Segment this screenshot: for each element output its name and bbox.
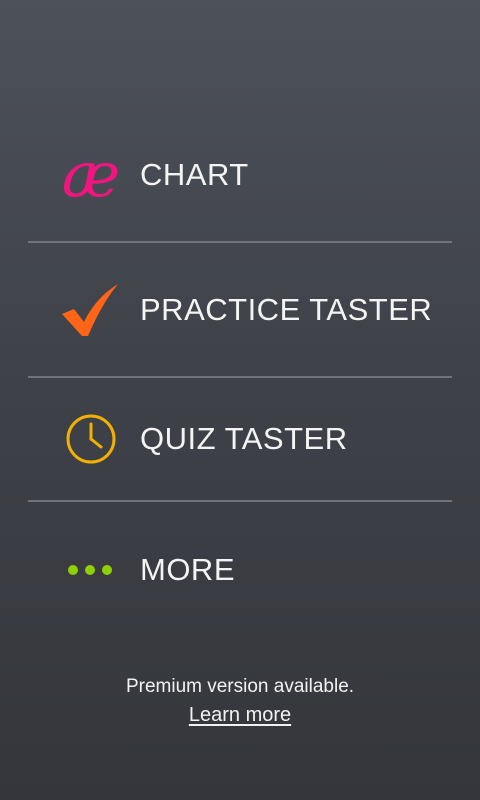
menu-item-label: MORE bbox=[140, 552, 235, 587]
clock-icon bbox=[56, 407, 126, 471]
menu-item-label: CHART bbox=[140, 156, 249, 192]
ae-ligature-glyph: æ bbox=[61, 137, 121, 211]
premium-notice: Premium version available. bbox=[125, 676, 355, 697]
ae-ligature-icon: æ bbox=[56, 143, 126, 207]
menu-item-chart[interactable]: æ CHART bbox=[28, 108, 452, 241]
checkmark-icon bbox=[56, 278, 126, 342]
main-menu: æ CHART PRACTICE TASTER QUIZ TASTER MORE bbox=[28, 108, 452, 638]
menu-item-more[interactable]: MORE bbox=[28, 502, 452, 638]
menu-item-practice-taster[interactable]: PRACTICE TASTER bbox=[28, 243, 452, 376]
learn-more-link[interactable]: Learn more bbox=[189, 704, 291, 726]
menu-item-label: PRACTICE TASTER bbox=[140, 291, 433, 327]
learn-more-container: Learn more bbox=[0, 704, 480, 727]
menu-item-label: QUIZ TASTER bbox=[140, 421, 348, 456]
menu-item-quiz-taster[interactable]: QUIZ TASTER bbox=[28, 378, 452, 500]
more-dots-icon bbox=[56, 538, 126, 602]
